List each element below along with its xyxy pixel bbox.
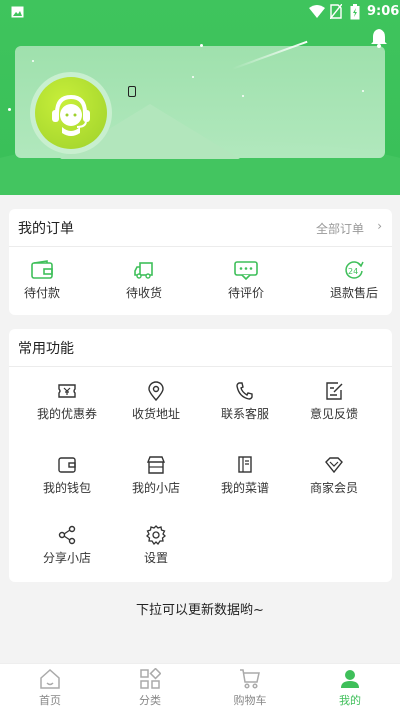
phone-icon <box>128 86 136 97</box>
chevron-right-icon[interactable]: › <box>377 219 382 233</box>
my-coupons[interactable]: 我的优惠券 <box>22 381 112 422</box>
book-icon <box>238 456 252 473</box>
functions-divider <box>9 366 392 367</box>
truck-icon <box>134 262 153 279</box>
tab-label: 我的 <box>339 694 361 707</box>
function-label: 我的钱包 <box>42 481 91 495</box>
function-label: 商家会员 <box>309 481 358 495</box>
orders-card: 我的订单 全部订单 › 待付款 待收货 待评价 24 退款售后 <box>9 209 392 315</box>
wallet-icon <box>58 457 76 473</box>
function-label: 我的菜谱 <box>220 481 269 495</box>
no-sim-icon <box>330 4 342 19</box>
store-icon <box>146 456 166 474</box>
share-icon <box>58 525 76 545</box>
function-label: 分享小店 <box>42 551 91 565</box>
my-wallet[interactable]: 我的钱包 <box>22 455 112 496</box>
order-pending-receipt[interactable]: 待收货 <box>104 260 184 301</box>
24h-service-icon: 24 <box>345 261 364 279</box>
tab-category[interactable]: 分类 <box>100 664 200 711</box>
notification-bell-icon[interactable] <box>370 28 388 48</box>
star-decoration <box>192 76 194 78</box>
function-label: 意见反馈 <box>309 407 358 421</box>
battery-icon <box>350 4 360 20</box>
contact-support[interactable]: 联系客服 <box>200 381 290 422</box>
order-pending-payment[interactable]: 待付款 <box>2 260 82 301</box>
order-refund-aftersale[interactable]: 24 退款售后 <box>314 260 394 301</box>
wifi-icon <box>309 5 325 18</box>
order-item-label: 待收货 <box>125 286 162 300</box>
function-label: 设置 <box>143 551 168 565</box>
tab-label: 分类 <box>139 694 161 707</box>
common-functions-card: 常用功能 我的优惠券 收货地址 联系客服 意见反馈 我的钱包 我的小店 我的菜谱… <box>9 329 392 582</box>
star-decoration <box>362 90 364 92</box>
avatar[interactable] <box>35 77 107 149</box>
coupon-icon <box>58 384 76 398</box>
status-time: 9:06 <box>367 4 400 19</box>
order-item-label: 退款售后 <box>329 286 378 300</box>
diamond-icon <box>325 457 343 474</box>
status-bar: 9:06 <box>0 0 400 24</box>
merchant-membership[interactable]: 商家会员 <box>289 455 379 496</box>
location-pin-icon <box>148 381 164 401</box>
star-decoration <box>200 44 203 47</box>
function-label: 我的优惠券 <box>36 407 97 421</box>
customer-service-headset-icon <box>52 94 90 136</box>
user-icon <box>341 670 359 688</box>
phone-icon <box>236 382 253 400</box>
my-store[interactable]: 我的小店 <box>111 455 201 496</box>
star-decoration <box>8 108 11 111</box>
function-label: 我的小店 <box>131 481 180 495</box>
tab-label: 首页 <box>39 694 61 707</box>
home-icon <box>40 668 60 689</box>
order-pending-review[interactable]: 待评价 <box>206 260 286 301</box>
all-orders-link[interactable]: 全部订单 <box>316 220 364 237</box>
category-icon <box>140 668 161 689</box>
orders-title: 我的订单 <box>18 221 74 237</box>
tab-label: 购物车 <box>233 694 267 707</box>
wallet-icon <box>31 260 53 279</box>
order-item-label: 待评价 <box>227 286 264 300</box>
pull-to-refresh-hint: 下拉可以更新数据哟~ <box>136 603 264 618</box>
feedback[interactable]: 意见反馈 <box>289 381 379 422</box>
functions-title: 常用功能 <box>18 341 74 357</box>
star-decoration <box>32 60 34 62</box>
bottom-tab-bar: 首页 分类 购物车 我的 <box>0 663 400 711</box>
share-store[interactable]: 分享小店 <box>22 525 112 566</box>
header-bottom-spacer <box>0 195 400 205</box>
my-recipes[interactable]: 我的菜谱 <box>200 455 290 496</box>
svg-text:24: 24 <box>348 267 358 276</box>
cart-icon <box>240 669 260 689</box>
order-item-label: 待付款 <box>23 286 60 300</box>
orders-divider <box>9 246 392 247</box>
settings[interactable]: 设置 <box>111 525 201 566</box>
function-label: 收货地址 <box>131 407 180 421</box>
tab-mine[interactable]: 我的 <box>300 664 400 711</box>
shipping-address[interactable]: 收货地址 <box>111 381 201 422</box>
profile-header: 9:06 <box>0 0 400 195</box>
gallery-icon <box>11 6 24 18</box>
tab-home[interactable]: 首页 <box>0 664 100 711</box>
gear-icon <box>146 525 166 545</box>
star-decoration <box>242 95 244 97</box>
function-label: 联系客服 <box>220 407 269 421</box>
edit-note-icon <box>326 382 343 400</box>
tab-cart[interactable]: 购物车 <box>200 664 300 711</box>
comment-icon <box>234 261 258 280</box>
